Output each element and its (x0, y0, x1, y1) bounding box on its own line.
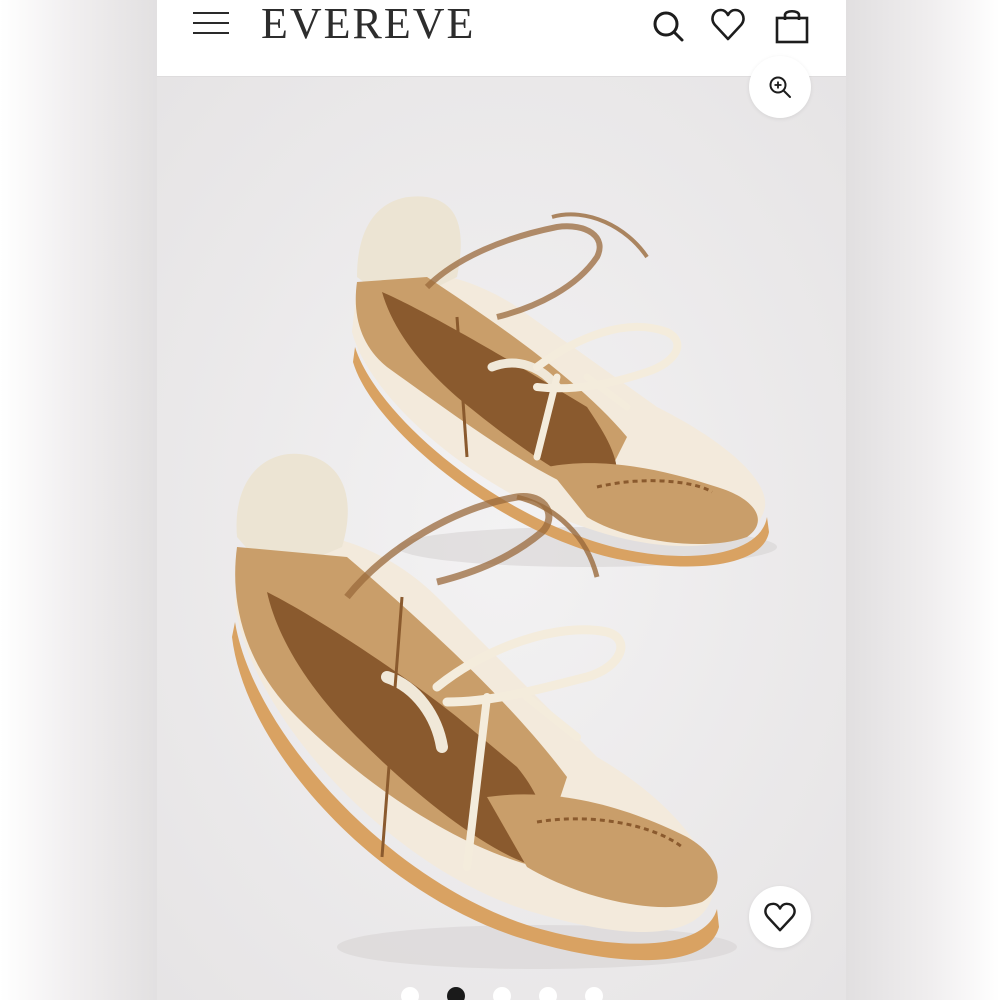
zoom-button[interactable] (749, 56, 811, 118)
menu-icon (193, 12, 229, 14)
search-icon (653, 11, 684, 42)
sneakers-photo (157, 77, 846, 1000)
heart-icon (764, 902, 796, 932)
heart-icon (711, 8, 745, 41)
carousel-dot-4[interactable] (539, 987, 557, 1000)
product-image[interactable] (157, 77, 846, 1000)
shopping-bag-icon (775, 9, 809, 44)
background-left (0, 0, 157, 1000)
cart-button[interactable] (774, 6, 810, 44)
brand-logo[interactable]: EVEREVE (261, 0, 475, 48)
menu-icon-line (193, 32, 229, 34)
carousel-dots (397, 984, 607, 1000)
carousel-dot-3[interactable] (493, 987, 511, 1000)
carousel-dot-5[interactable] (585, 987, 603, 1000)
phone-screen: EVEREVE (157, 0, 846, 1000)
search-button[interactable] (650, 6, 686, 44)
background-right (846, 0, 1000, 1000)
wishlist-header-button[interactable] (710, 6, 746, 44)
site-header: EVEREVE (157, 0, 846, 77)
carousel-dot-1[interactable] (401, 987, 419, 1000)
carousel-dot-2[interactable] (447, 987, 465, 1000)
menu-icon-line (193, 22, 229, 24)
zoom-in-icon (769, 76, 791, 98)
add-to-wishlist-button[interactable] (749, 886, 811, 948)
menu-button[interactable] (191, 8, 231, 40)
